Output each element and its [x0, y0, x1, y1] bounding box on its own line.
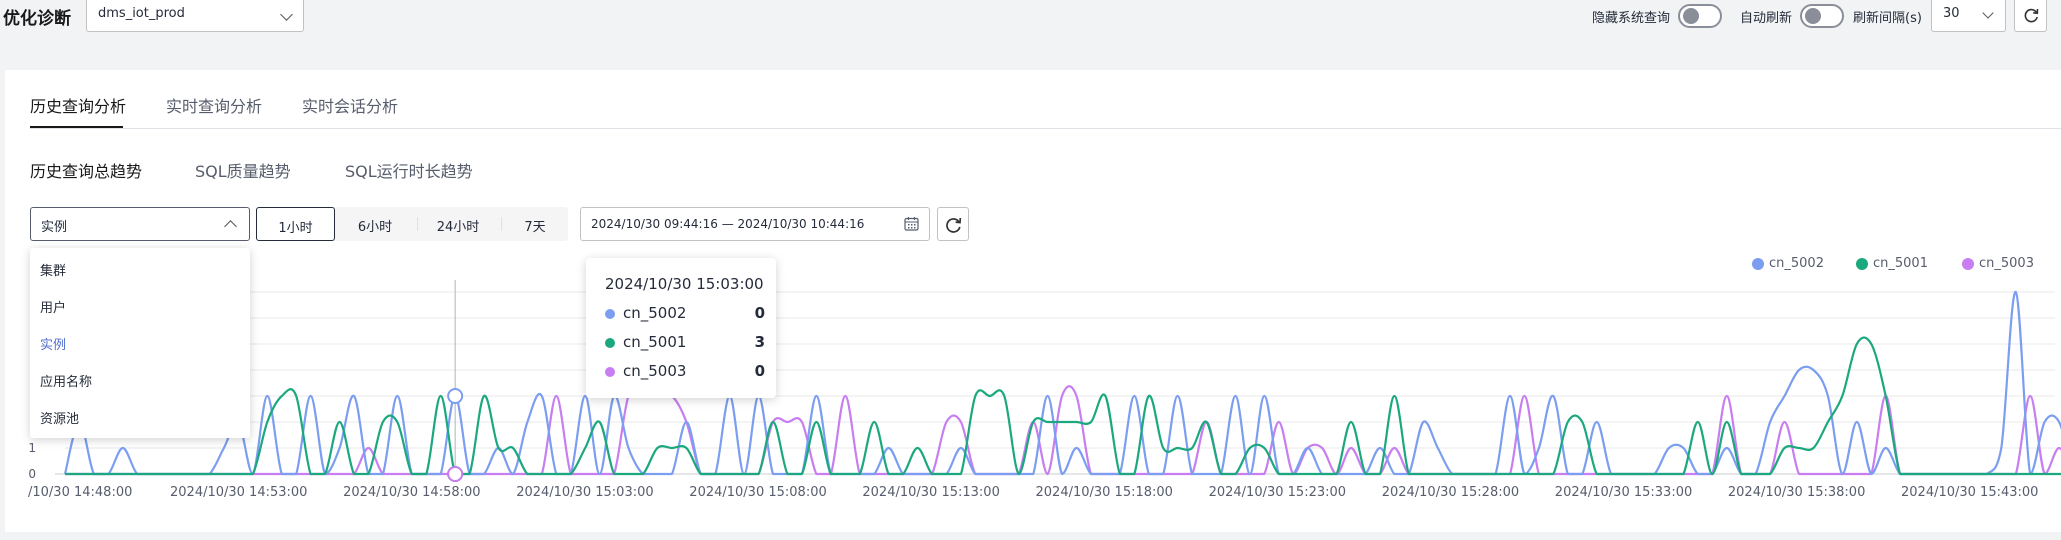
x-tick-label: 2024/10/30 15:08:00 [689, 485, 826, 500]
dropdown-option-user[interactable]: 用户 [40, 297, 66, 316]
tooltip-row: cn_5002 0 [605, 304, 765, 324]
dropdown-option-cluster[interactable]: 集群 [40, 260, 66, 279]
x-tick-label: 2024/10/30 15:18:00 [1036, 485, 1173, 500]
chart-tooltip: 2024/10/30 15:03:00 cn_5002 0 cn_5001 3 … [586, 258, 776, 398]
hover-point-cn5002 [447, 388, 464, 404]
dimension-dropdown: 集群 用户 实例 应用名称 资源池 [30, 248, 250, 438]
x-tick-label: 2024/10/30 14:53:00 [170, 485, 307, 500]
tooltip-series-name: cn_5003 [623, 362, 687, 380]
tooltip-series-value: 0 [754, 304, 765, 322]
tooltip-series-value: 3 [754, 333, 765, 351]
tooltip-title: 2024/10/30 15:03:00 [605, 275, 764, 293]
tooltip-series-value: 0 [754, 362, 765, 380]
x-tick-label: 2024/10/30 15:38:00 [1728, 485, 1865, 500]
tooltip-series-name: cn_5001 [623, 333, 687, 351]
hover-point-cn5003 [447, 466, 464, 482]
y-tick-label: 0 [28, 467, 36, 481]
series-line-cn5002[interactable] [63, 290, 2061, 476]
y-tick-label: 1 [28, 441, 36, 455]
dropdown-option-instance[interactable]: 实例 [40, 334, 66, 353]
x-tick-label: 2024/10/30 15:33:00 [1555, 485, 1692, 500]
x-tick-label: 2024/10/30 14:58:00 [343, 485, 480, 500]
x-tick-label: 2024/10/30 15:43:00 [1901, 485, 2038, 500]
x-tick-label: 2024/10/30 15:03:00 [516, 485, 653, 500]
dropdown-option-app-name[interactable]: 应用名称 [40, 371, 92, 390]
tooltip-dot [605, 309, 615, 319]
history-trend-chart[interactable]: 0 1/10/30 14:48:00 2024/10/30 14:53:00 2024… [0, 0, 2061, 540]
tooltip-dot [605, 338, 615, 348]
tooltip-series-name: cn_5002 [623, 304, 687, 322]
x-tick-label: 2024/10/30 15:13:00 [862, 485, 999, 500]
tooltip-row: cn_5001 3 [605, 333, 765, 353]
tooltip-row: cn_5003 0 [605, 362, 765, 382]
x-tick-label: 2024/10/30 15:23:00 [1209, 485, 1346, 500]
x-tick-label: /10/30 14:48:00 [28, 485, 132, 500]
tooltip-dot [605, 367, 615, 377]
series-line-cn5003[interactable] [65, 385, 2061, 476]
dropdown-option-resource-pool[interactable]: 资源池 [40, 408, 79, 427]
x-tick-label: 2024/10/30 15:28:00 [1382, 485, 1519, 500]
